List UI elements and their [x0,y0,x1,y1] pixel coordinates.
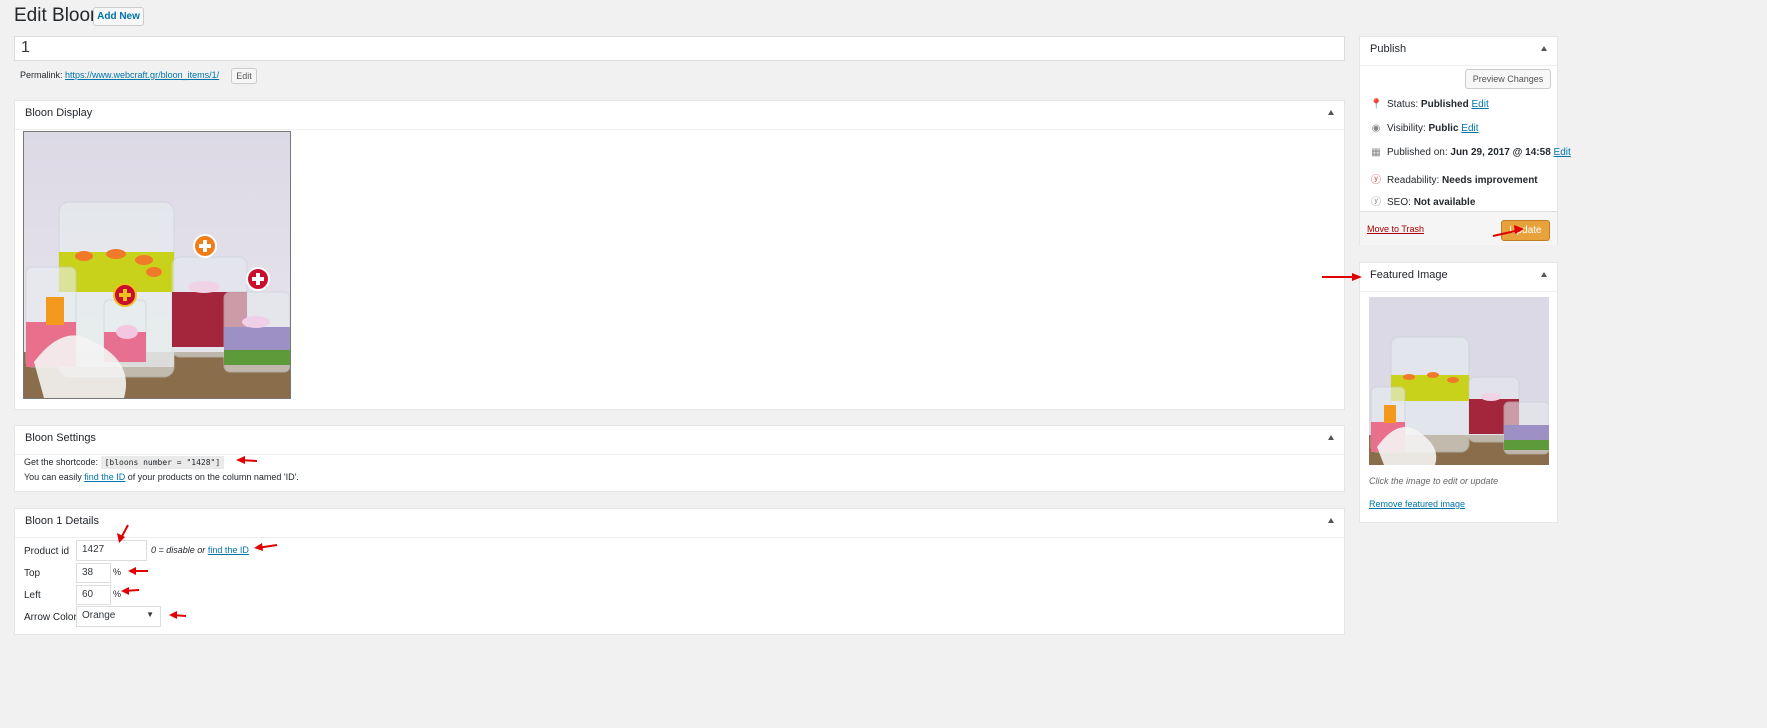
permalink-label: Permalink: [20,70,63,80]
bloon-settings-box: Bloon Settings Get the shortcode: [bloon… [14,425,1345,492]
box-title: Bloon Display [25,107,93,119]
box-header[interactable]: Publish [1360,37,1557,66]
visibility-edit-link[interactable]: Edit [1461,123,1478,134]
top-label: Top [24,568,41,579]
find-id-link[interactable]: find the ID [84,472,125,482]
plus-hotspot-icon [113,283,137,307]
product-id-input[interactable]: 1427 [76,540,147,561]
candles-photo [24,132,290,398]
status-value: Published [1420,99,1469,110]
permalink-edit-button[interactable]: Edit [231,68,257,84]
readability-label: Readability: [1387,175,1440,186]
bloon-display-box: Bloon Display [14,100,1345,410]
publish-actions: Move to Trash Update [1360,211,1557,245]
chevron-down-icon[interactable] [1541,272,1547,277]
product-hint: 0 = disable or find the ID [151,545,249,555]
yoast-icon: ⓨ [1371,197,1381,208]
published-value: Jun 29, 2017 @ 14:58 [1450,147,1551,158]
featured-image-box: Featured Image Click the image to edit o… [1359,262,1558,523]
visibility-value: Public [1428,123,1459,134]
post-title-input[interactable]: 1 [14,36,1345,61]
bloon-display-image [23,131,291,399]
help-text: You can easily [24,472,82,482]
left-label: Left [24,590,41,601]
status-edit-link[interactable]: Edit [1472,99,1489,110]
help-row: You can easily find the ID of your produ… [24,472,299,482]
move-to-trash-link[interactable]: Move to Trash [1367,224,1424,234]
box-title: Bloon Settings [25,432,96,444]
dropdown-arrow-icon: ▼ [146,610,154,619]
box-header[interactable]: Bloon 1 Details [15,509,1344,538]
update-button[interactable]: Update [1501,220,1550,241]
featured-caption: Click the image to edit or update [1369,476,1499,486]
page-title: Edit Bloon [14,5,101,26]
permalink-row: Permalink: https://www.webcraft.gr/bloon… [20,70,219,80]
product-id-label: Product id [24,546,70,557]
chevron-down-icon[interactable] [1328,110,1334,115]
box-title: Publish [1370,43,1407,55]
shortcode-value[interactable]: [bloons number = "1428"] [100,456,225,469]
box-header[interactable]: Bloon Display [15,101,1344,130]
left-input[interactable]: 60 [76,585,111,605]
help-text: of your products on the column named 'ID… [127,472,299,482]
featured-image[interactable] [1369,297,1549,465]
visibility-row: ◉ Visibility: Public Edit [1370,123,1479,134]
seo-row: ⓨ SEO: Not available [1370,193,1475,208]
find-id-link[interactable]: find the ID [208,545,249,555]
readability-row: ⓨ Readability: Needs improvement [1370,171,1538,186]
top-input[interactable]: 38 [76,563,111,583]
percent-unit: % [113,567,122,577]
pin-icon: 📍 [1370,99,1383,110]
preview-changes-button[interactable]: Preview Changes [1465,69,1551,89]
plus-hotspot-icon [246,267,270,291]
featured-candles-photo [1369,297,1549,465]
chevron-down-icon[interactable] [1541,46,1547,51]
percent-unit: % [113,589,122,599]
remove-featured-image-link[interactable]: Remove featured image [1369,499,1465,509]
box-header[interactable]: Bloon Settings [15,426,1344,455]
calendar-icon: ▦ [1371,147,1381,158]
seo-value: Not available [1413,197,1476,208]
yoast-icon: ⓨ [1371,175,1381,186]
box-title: Featured Image [1370,269,1448,281]
readability-value: Needs improvement [1442,175,1538,186]
arrow-color-label: Arrow Color [24,612,77,623]
visibility-label: Visibility: [1387,123,1426,134]
chevron-down-icon[interactable] [1328,518,1334,523]
published-label: Published on: [1387,147,1448,158]
bloon-details-box: Bloon 1 Details Product id 1427 0 = disa… [14,508,1345,635]
published-row: ▦ Published on: Jun 29, 2017 @ 14:58 Edit [1370,147,1571,158]
arrow-color-value: Orange [82,610,116,621]
permalink-link[interactable]: https://www.webcraft.gr/bloon_items/1/ [65,70,219,80]
product-hint-text: 0 = disable or [151,545,206,555]
shortcode-row: Get the shortcode: [bloons number = "142… [24,456,225,469]
box-header[interactable]: Featured Image [1360,263,1557,292]
seo-label: SEO: [1387,197,1411,208]
chevron-down-icon[interactable] [1328,435,1334,440]
shortcode-label: Get the shortcode: [24,457,99,467]
add-new-button[interactable]: Add New [93,7,144,26]
publish-box: Publish Preview Changes 📍 Status: Publish… [1359,36,1571,245]
plus-hotspot-icon [193,234,217,258]
box-title: Bloon 1 Details [25,515,99,527]
status-row: 📍 Status: Published Edit [1370,99,1489,110]
status-label: Status: [1387,99,1419,110]
eye-icon: ◉ [1371,123,1381,134]
published-edit-link[interactable]: Edit [1554,147,1571,158]
arrow-color-select[interactable]: Orange ▼ [76,606,161,627]
